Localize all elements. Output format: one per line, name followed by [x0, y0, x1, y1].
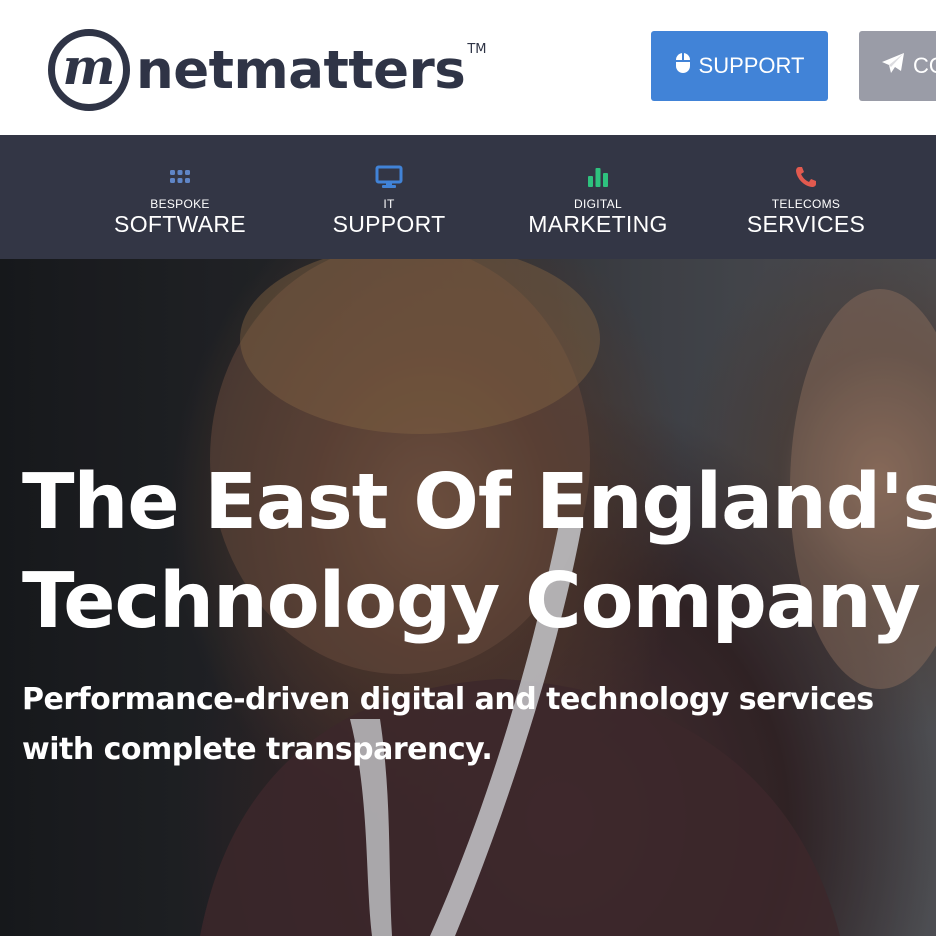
contact-button[interactable]: CONTACT — [859, 31, 936, 101]
nav-item-big-label: MARKETING — [528, 211, 668, 237]
mouse-icon — [675, 52, 691, 80]
contact-button-label: CONTACT — [913, 53, 936, 78]
logo-wordmark: netmatters — [136, 39, 466, 101]
paper-plane-icon — [881, 52, 905, 80]
nav-item-telecoms-services[interactable]: TELECOMS SERVICES — [726, 135, 886, 259]
hero-banner: The East Of England's Leading Technology… — [0, 259, 936, 936]
site-header: m netmatters TM SUPPORT CONTACT — [0, 0, 936, 135]
nav-item-small-label: TELECOMS — [771, 197, 841, 211]
logo-mark-icon: m — [48, 29, 130, 111]
services-nav: BESPOKE SOFTWARE IT SUPPORT DIGITAL MARK… — [0, 135, 936, 259]
hero-heading-line2: Technology Company — [22, 557, 921, 646]
nav-item-small-label: IT — [383, 197, 395, 211]
nav-item-it-support[interactable]: IT SUPPORT — [309, 135, 469, 259]
nav-item-small-label: BESPOKE — [150, 197, 210, 211]
grid-icon — [169, 162, 191, 192]
nav-item-big-label: SERVICES — [746, 211, 866, 237]
monitor-icon — [375, 162, 403, 192]
trademark-symbol: TM — [467, 42, 487, 57]
support-button[interactable]: SUPPORT — [651, 31, 828, 101]
hero-subheading-line2: with complete transparency. — [22, 732, 493, 767]
nav-item-bespoke-software[interactable]: BESPOKE SOFTWARE — [100, 135, 260, 259]
hero-subheading-line1: Performance-driven digital and technolog… — [22, 682, 874, 717]
phone-icon — [794, 162, 818, 192]
support-button-label: SUPPORT — [698, 53, 805, 78]
nav-item-digital-marketing[interactable]: DIGITAL MARKETING — [518, 135, 678, 259]
netmatters-logo[interactable]: m netmatters TM — [48, 28, 486, 112]
bar-chart-icon — [587, 162, 609, 192]
nav-item-big-label: SOFTWARE — [114, 211, 246, 237]
hero-heading: The East Of England's Leading Technology… — [22, 453, 936, 651]
hero-subheading: Performance-driven digital and technolog… — [22, 675, 922, 775]
nav-item-big-label: SUPPORT — [332, 211, 446, 237]
nav-item-small-label: DIGITAL — [574, 197, 622, 211]
hero-heading-line1: The East Of England's Leading — [22, 458, 936, 547]
